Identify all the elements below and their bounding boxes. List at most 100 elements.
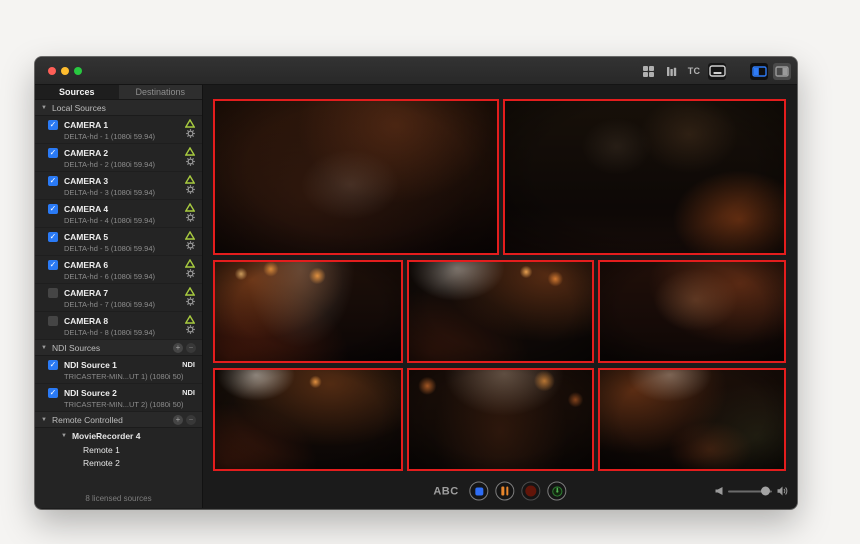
source-checkbox[interactable]: ✓ — [48, 260, 58, 270]
volume-controls — [715, 486, 789, 497]
section-label: Local Sources — [51, 102, 106, 113]
source-checkbox[interactable]: ✓ — [48, 388, 58, 398]
sources-sidebar: Sources Destinations ▼ Local Sources ✓ C… — [35, 85, 203, 508]
pause-button[interactable] — [495, 481, 515, 501]
app-window: TC Sources Destinations ▼ Local Sources … — [35, 57, 797, 509]
source-checkbox[interactable]: ✓ — [48, 232, 58, 242]
abc-naming-button[interactable]: ABC — [433, 485, 458, 497]
schedule-button[interactable] — [547, 481, 567, 501]
clock-icon — [551, 485, 563, 497]
volume-max-icon[interactable] — [777, 486, 789, 497]
video-tile-3[interactable] — [213, 260, 403, 363]
source-row-ndi-1[interactable]: ✓ NDI Source 1 TRICASTER-MIN...UT 1) (10… — [35, 356, 202, 384]
gear-icon[interactable] — [185, 297, 195, 306]
timecode-button[interactable]: TC — [685, 63, 703, 80]
source-row-camera-1[interactable]: ✓ CAMERA 1 DELTA-hd - 1 (1080i 59.94) — [35, 116, 202, 144]
add-source-button[interactable]: + — [173, 343, 183, 353]
source-row-camera-2[interactable]: ✓ CAMERA 2 DELTA-hd - 2 (1080i 59.94) — [35, 144, 202, 172]
video-tile-2[interactable] — [503, 99, 786, 255]
gear-icon[interactable] — [185, 157, 195, 166]
record-button[interactable] — [521, 481, 541, 501]
bottom-control-bar: ABC — [203, 474, 797, 508]
source-row-camera-7[interactable]: ✓ CAMERA 7 DELTA-hd - 7 (1080i 59.94) — [35, 284, 202, 312]
display-icon — [708, 65, 726, 77]
gear-icon[interactable] — [185, 269, 195, 278]
toggle-right-panel-button[interactable] — [773, 62, 791, 80]
stop-button[interactable] — [469, 481, 489, 501]
source-row-camera-3[interactable]: ✓ CAMERA 3 DELTA-hd - 3 (1080i 59.94) — [35, 172, 202, 200]
source-subtitle: DELTA-hd - 7 (1080i 59.94) — [64, 300, 156, 309]
tab-destinations[interactable]: Destinations — [119, 85, 203, 99]
volume-knob[interactable] — [761, 486, 770, 496]
source-subtitle: DELTA-hd - 6 (1080i 59.94) — [64, 272, 156, 281]
minimize-button[interactable] — [61, 67, 69, 75]
gear-icon[interactable] — [185, 129, 195, 138]
signal-triangle-icon — [185, 231, 195, 240]
source-name: CAMERA 2 — [64, 148, 109, 158]
audio-meter-icon — [665, 65, 678, 78]
video-tile-1[interactable] — [213, 99, 499, 255]
gear-icon[interactable] — [185, 213, 195, 222]
remote-controlled-header[interactable]: ▼ Remote Controlled + − — [35, 412, 202, 428]
gear-icon[interactable] — [185, 185, 195, 194]
video-tile-6[interactable] — [213, 368, 403, 471]
ndi-sources-header[interactable]: ▼ NDI Sources + − — [35, 340, 202, 356]
timecode-label: TC — [687, 66, 701, 76]
source-subtitle: DELTA-hd - 1 (1080i 59.94) — [64, 132, 156, 141]
disclosure-triangle-icon[interactable]: ▼ — [41, 105, 47, 111]
disclosure-triangle-icon[interactable]: ▼ — [41, 345, 47, 351]
source-row-ndi-2[interactable]: ✓ NDI Source 2 TRICASTER-MIN...UT 2) (10… — [35, 384, 202, 412]
gear-icon[interactable] — [185, 241, 195, 250]
volume-slider[interactable] — [728, 486, 772, 496]
video-tile-8[interactable] — [598, 368, 786, 471]
source-checkbox[interactable]: ✓ — [48, 316, 58, 326]
zoom-button[interactable] — [74, 67, 82, 75]
local-sources-header[interactable]: ▼ Local Sources — [35, 100, 202, 116]
source-row-camera-8[interactable]: ✓ CAMERA 8 DELTA-hd - 8 (1080i 59.94) — [35, 312, 202, 340]
remove-source-button[interactable]: − — [186, 343, 196, 353]
audio-meters-button[interactable] — [662, 63, 680, 80]
source-row-camera-6[interactable]: ✓ CAMERA 6 DELTA-hd - 6 (1080i 59.94) — [35, 256, 202, 284]
video-tile-7[interactable] — [407, 368, 594, 471]
source-checkbox[interactable]: ✓ — [48, 288, 58, 298]
signal-triangle-icon — [185, 315, 195, 324]
grid-view-button[interactable] — [639, 63, 657, 80]
remote-row-1[interactable]: Remote 1 — [35, 443, 202, 456]
toggle-left-panel-button[interactable] — [750, 62, 768, 80]
remote-row-2[interactable]: Remote 2 — [35, 456, 202, 469]
source-name: NDI Source 1 — [64, 360, 117, 370]
source-checkbox[interactable]: ✓ — [48, 148, 58, 158]
remove-remote-button[interactable]: − — [186, 415, 196, 425]
display-button[interactable] — [708, 62, 726, 80]
video-tile-5[interactable] — [598, 260, 786, 363]
source-name: CAMERA 1 — [64, 120, 109, 130]
section-label: NDI Sources — [51, 342, 101, 353]
gear-icon[interactable] — [185, 325, 195, 334]
disclosure-triangle-icon[interactable]: ▼ — [61, 433, 67, 439]
ndi-badge: NDI — [182, 360, 195, 369]
signal-triangle-icon — [185, 119, 195, 128]
signal-triangle-icon — [185, 259, 195, 268]
close-button[interactable] — [48, 67, 56, 75]
right-panel-icon — [775, 65, 789, 77]
source-row-camera-4[interactable]: ✓ CAMERA 4 DELTA-hd - 4 (1080i 59.94) — [35, 200, 202, 228]
signal-triangle-icon — [185, 203, 195, 212]
tab-sources[interactable]: Sources — [35, 85, 119, 99]
source-name: CAMERA 4 — [64, 204, 109, 214]
remote-group-row[interactable]: ▼ MovieRecorder 4 — [35, 428, 202, 443]
source-checkbox[interactable]: ✓ — [48, 120, 58, 130]
source-subtitle: TRICASTER-MIN...UT 2) (1080i 50) — [64, 400, 184, 409]
video-tile-4[interactable] — [407, 260, 594, 363]
remote-label: Remote 1 — [83, 444, 120, 455]
window-controls — [48, 67, 82, 75]
source-name: CAMERA 7 — [64, 288, 109, 298]
source-checkbox[interactable]: ✓ — [48, 176, 58, 186]
source-subtitle: DELTA-hd - 4 (1080i 59.94) — [64, 216, 156, 225]
add-remote-button[interactable]: + — [173, 415, 183, 425]
disclosure-triangle-icon[interactable]: ▼ — [41, 417, 47, 423]
volume-min-icon[interactable] — [715, 487, 723, 496]
licensed-sources-label: 8 licensed sources — [85, 494, 152, 503]
source-row-camera-5[interactable]: ✓ CAMERA 5 DELTA-hd - 5 (1080i 59.94) — [35, 228, 202, 256]
source-checkbox[interactable]: ✓ — [48, 204, 58, 214]
source-checkbox[interactable]: ✓ — [48, 360, 58, 370]
